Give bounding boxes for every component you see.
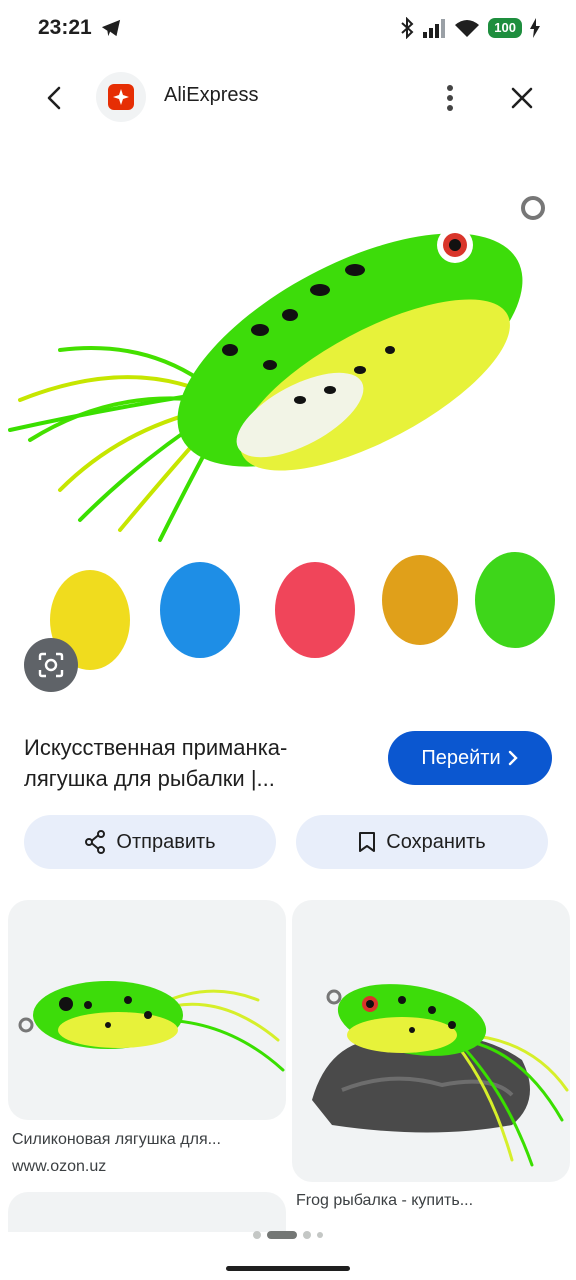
more-options-button[interactable] [432,78,468,118]
carousel-dot [253,1231,261,1239]
share-label: Отправить [116,830,216,853]
related-image-card-partial[interactable] [8,1192,286,1232]
related-card-title[interactable]: Силиконовая лягушка для... [12,1131,221,1149]
related-card-title[interactable]: Frog рыбалка - купить... [296,1192,473,1210]
related-frog-image [18,981,285,1072]
home-indicator[interactable] [226,1266,350,1271]
share-icon [85,830,106,854]
site-name: AliExpress [164,84,259,106]
wifi-icon [455,20,480,37]
related-image-card[interactable] [292,900,570,1182]
signal-icon [423,19,446,38]
related-card-source: www.ozon.uz [12,1158,107,1175]
related-frog-on-rock-image [312,984,569,1167]
bluetooth-icon [401,17,414,39]
carousel-dot [317,1232,323,1238]
site-favicon [96,72,146,122]
lens-search-button[interactable] [24,638,78,692]
save-button[interactable]: Сохранить [296,815,548,869]
status-icons: 100 [400,15,540,41]
status-time: 23:21 [38,16,92,39]
charging-icon [530,18,540,38]
battery-indicator: 100 [488,18,522,38]
save-label: Сохранить [386,830,486,853]
carousel-indicator [0,1231,576,1239]
share-button[interactable]: Отправить [24,815,276,869]
lens-icon [38,652,64,678]
back-button[interactable] [36,80,72,116]
product-image[interactable] [0,140,576,700]
viewer-header: AliExpress [0,56,576,140]
chevron-right-icon [508,750,518,766]
frog-lure-illustration [8,196,555,670]
bookmark-icon [359,832,376,852]
carousel-dot-active [267,1231,297,1239]
telegram-icon [101,19,121,37]
aliexpress-logo-icon [108,84,134,110]
close-icon [511,87,533,109]
close-button[interactable] [502,78,542,118]
chevron-left-icon [47,86,61,110]
carousel-dot [303,1231,311,1239]
result-title[interactable]: Искусственная приманка-лягушка для рыбал… [24,732,364,794]
status-bar: 23:21 100 [0,0,576,56]
visit-button-label: Перейти [421,746,501,769]
visit-button[interactable]: Перейти [388,731,552,785]
related-image-card[interactable] [8,900,286,1120]
more-vert-icon [447,85,453,111]
